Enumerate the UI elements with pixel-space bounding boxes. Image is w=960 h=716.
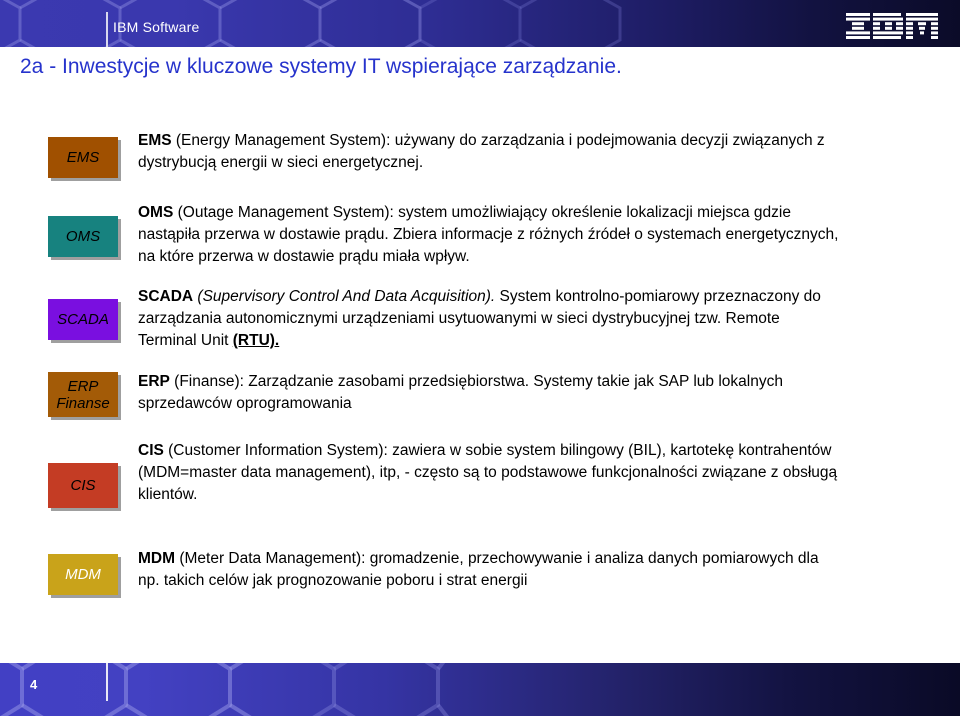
header-divider [0, 47, 960, 49]
paragraph-ems-text: (Energy Management System): używany do z… [138, 132, 825, 171]
brand-label: IBM Software [113, 19, 200, 35]
tag-box-mdm-label: MDM [65, 566, 101, 583]
tag-box-erp-label-line1: ERP [67, 377, 99, 395]
paragraph-erp: ERP (Finanse): Zarządzanie zasobami prze… [138, 371, 842, 415]
page-title: 2a - Inwestycje w kluczowe systemy IT ws… [20, 55, 622, 78]
paragraph-oms-text: (Outage Management System): system umożl… [138, 204, 839, 265]
paragraph-scada: SCADA (Supervisory Control And Data Acqu… [138, 286, 842, 352]
tag-box-scada: SCADA [48, 299, 118, 340]
paragraph-mdm-text: (Meter Data Management): gromadzenie, pr… [138, 550, 819, 589]
paragraph-scada-italic: (Supervisory Control And Data Acquisitio… [193, 288, 496, 305]
tag-box-erp-label-line2: Finanse [56, 394, 110, 412]
tag-box-cis-label: CIS [70, 477, 96, 494]
tag-box-cis: CIS [48, 463, 118, 508]
paragraph-cis: CIS (Customer Information System): zawie… [138, 440, 842, 506]
brand-tick [106, 12, 108, 47]
paragraph-cis-text: (Customer Information System): zawiera w… [138, 442, 838, 503]
paragraph-mdm-acronym: MDM [138, 550, 176, 567]
content-area: EMS EMS (Energy Management System): używ… [0, 100, 960, 645]
footer-tick [106, 663, 108, 701]
tag-box-erp: ERP Finanse [48, 372, 118, 417]
paragraph-erp-text: (Finanse): Zarządzanie zasobami przedsię… [138, 373, 783, 412]
ibm-logo [846, 13, 938, 39]
tag-box-ems: EMS [48, 137, 118, 178]
tag-box-oms-label: OMS [65, 228, 101, 245]
header-band: IBM Software [0, 0, 960, 47]
hexagon-pattern-icon [0, 663, 450, 716]
tag-box-mdm: MDM [48, 554, 118, 595]
paragraph-scada-rtu: (RTU). [232, 332, 280, 349]
paragraph-scada-acronym: SCADA [138, 288, 194, 305]
paragraph-ems: EMS (Energy Management System): używany … [138, 130, 842, 174]
paragraph-mdm: MDM (Meter Data Management): gromadzenie… [138, 548, 842, 592]
page-number: 4 [30, 677, 38, 692]
paragraph-cis-acronym: CIS [138, 442, 164, 459]
paragraph-ems-acronym: EMS [138, 132, 172, 149]
footer-band: 4 [0, 663, 960, 716]
paragraph-oms: OMS (Outage Management System): system u… [138, 202, 842, 268]
tag-box-oms: OMS [48, 216, 118, 257]
tag-box-scada-label: SCADA [57, 311, 109, 328]
paragraph-erp-acronym: ERP [138, 373, 170, 390]
paragraph-oms-acronym: OMS [138, 204, 174, 221]
tag-box-ems-label: EMS [66, 149, 100, 166]
